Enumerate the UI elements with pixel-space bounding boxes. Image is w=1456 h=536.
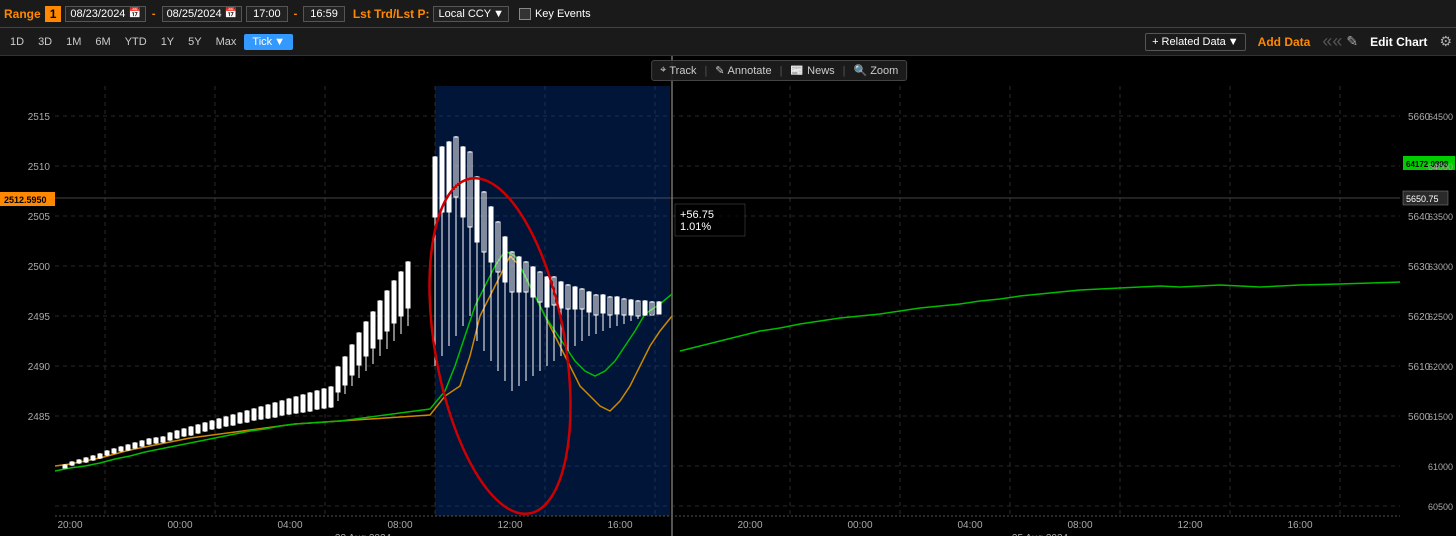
btn-max[interactable]: Max <box>210 34 243 50</box>
news-label: News <box>807 65 835 77</box>
svg-text:2505: 2505 <box>28 212 51 223</box>
svg-text:00:00: 00:00 <box>847 520 872 531</box>
btn-ytd[interactable]: YTD <box>119 34 153 50</box>
track-crosshair-icon: ⌖ <box>660 64 666 77</box>
svg-text:2515: 2515 <box>28 112 51 123</box>
lst-label: Lst Trd/Lst P: <box>353 7 430 21</box>
edit-pencil-icon[interactable]: ✎ <box>1346 33 1358 50</box>
key-events-label: Key Events <box>535 8 591 20</box>
svg-text:2495: 2495 <box>28 312 51 323</box>
svg-text:04:00: 04:00 <box>957 520 982 531</box>
track-btn[interactable]: ⌖ Track <box>660 64 696 77</box>
date-separator: - <box>150 8 158 20</box>
tick-label: Tick <box>252 36 272 48</box>
svg-text:16:00: 16:00 <box>607 520 632 531</box>
edit-chart-label: Edit Chart <box>1370 35 1427 49</box>
time-separator: - <box>292 8 300 20</box>
svg-text:20:00: 20:00 <box>57 520 82 531</box>
time-end-box[interactable]: 16:59 <box>303 6 345 22</box>
svg-text:5650.75: 5650.75 <box>1406 194 1439 204</box>
range-label: Range <box>4 7 41 21</box>
btn-3d[interactable]: 3D <box>32 34 58 50</box>
date-end-value: 08/25/2024 <box>167 8 222 20</box>
svg-text:63000: 63000 <box>1428 262 1453 272</box>
svg-text:64000: 64000 <box>1428 162 1453 172</box>
svg-text:62500: 62500 <box>1428 312 1453 322</box>
ann-sep3: | <box>843 65 846 77</box>
btn-1d[interactable]: 1D <box>4 34 30 50</box>
add-data-btn[interactable]: Add Data <box>1250 33 1319 51</box>
date-start-box[interactable]: 08/23/2024 📅 <box>65 6 146 22</box>
news-btn[interactable]: 📰 News <box>790 64 834 77</box>
svg-text:63500: 63500 <box>1428 212 1453 222</box>
ccy-value: Local CCY <box>438 8 491 20</box>
svg-text:62000: 62000 <box>1428 362 1453 372</box>
time-start-box[interactable]: 17:00 <box>246 6 288 22</box>
ccy-dropdown-icon[interactable]: ▼ <box>493 8 504 20</box>
svg-text:20:00: 20:00 <box>737 520 762 531</box>
top-bar: Range 1 08/23/2024 📅 - 08/25/2024 📅 17:0… <box>0 0 1456 28</box>
chart-area: ⌖ Track | ✎ Annotate | 📰 News | 🔍 Zoom <box>0 56 1456 536</box>
settings-icon[interactable]: ⚙ <box>1439 33 1452 50</box>
svg-text:60500: 60500 <box>1428 502 1453 512</box>
svg-text:08:00: 08:00 <box>387 520 412 531</box>
date-start-value: 08/23/2024 <box>70 8 125 20</box>
annotate-btn[interactable]: ✎ Annotate <box>715 64 771 77</box>
zoom-btn[interactable]: 🔍 Zoom <box>854 64 899 77</box>
btn-6m[interactable]: 6M <box>89 34 116 50</box>
btn-1m[interactable]: 1M <box>60 34 87 50</box>
svg-text:16:00: 16:00 <box>1287 520 1312 531</box>
news-icon: 📰 <box>790 64 804 77</box>
zoom-icon: 🔍 <box>854 64 868 77</box>
svg-text:00:00: 00:00 <box>167 520 192 531</box>
svg-text:2512.5950: 2512.5950 <box>4 195 47 205</box>
zoom-label: Zoom <box>870 65 898 77</box>
ccy-box[interactable]: Local CCY ▼ <box>433 6 508 22</box>
btn-5y[interactable]: 5Y <box>182 34 207 50</box>
svg-text:61000: 61000 <box>1428 462 1453 472</box>
toolbar-right: + Related Data ▼ Add Data «« ✎ Edit Char… <box>1145 31 1452 52</box>
calendar-icon-end[interactable]: 📅 <box>225 8 237 19</box>
btn-tick[interactable]: Tick ▼ <box>244 34 293 50</box>
edit-chart-btn[interactable]: Edit Chart <box>1362 33 1435 51</box>
svg-text:12:00: 12:00 <box>497 520 522 531</box>
svg-text:2490: 2490 <box>28 362 51 373</box>
key-events-container: Key Events <box>519 8 591 20</box>
btn-1y[interactable]: 1Y <box>155 34 180 50</box>
ann-sep2: | <box>780 65 783 77</box>
svg-text:12:00: 12:00 <box>1177 520 1202 531</box>
related-data-dropdown-icon: ▼ <box>1228 36 1239 48</box>
svg-text:+56.75: +56.75 <box>680 209 714 221</box>
calendar-icon-start[interactable]: 📅 <box>128 8 140 19</box>
chart-svg: +56.75 1.01% 2515 2510 2505 2500 2495 24… <box>0 56 1456 536</box>
toolbar-separator: «« <box>1322 31 1342 52</box>
related-data-btn[interactable]: + Related Data ▼ <box>1145 33 1246 51</box>
svg-text:64500: 64500 <box>1428 112 1453 122</box>
svg-text:2510: 2510 <box>28 162 51 173</box>
toolbar: 1D 3D 1M 6M YTD 1Y 5Y Max Tick ▼ + Relat… <box>0 28 1456 56</box>
key-events-checkbox[interactable] <box>519 8 531 20</box>
svg-text:08:00: 08:00 <box>1067 520 1092 531</box>
annotate-label: Annotate <box>728 65 772 77</box>
svg-text:2485: 2485 <box>28 412 51 423</box>
track-label: Track <box>669 65 696 77</box>
svg-text:1.01%: 1.01% <box>680 221 711 233</box>
svg-text:04:00: 04:00 <box>277 520 302 531</box>
svg-text:2500: 2500 <box>28 262 51 273</box>
date-end-box[interactable]: 08/25/2024 📅 <box>162 6 243 22</box>
chart-annotations-toolbar: ⌖ Track | ✎ Annotate | 📰 News | 🔍 Zoom <box>651 60 907 81</box>
svg-text:61500: 61500 <box>1428 412 1453 422</box>
related-data-label: + Related Data <box>1152 36 1226 48</box>
annotate-pencil-icon: ✎ <box>715 64 724 77</box>
tick-dropdown-icon: ▼ <box>274 36 285 48</box>
ann-sep1: | <box>704 65 707 77</box>
range-number[interactable]: 1 <box>45 6 62 22</box>
